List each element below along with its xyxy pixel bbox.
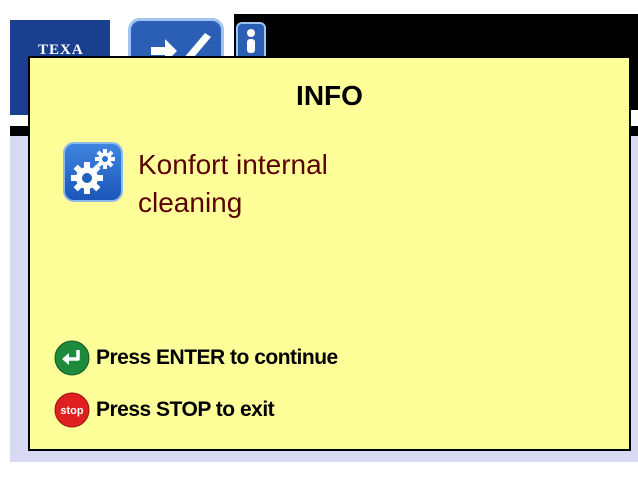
stop-sign-icon[interactable]: stop <box>54 392 90 428</box>
message-line-1: Konfort internal <box>138 149 328 180</box>
message-line-2: cleaning <box>138 187 243 218</box>
dialog-message: Konfort internal cleaning <box>138 146 398 222</box>
enter-hint[interactable]: Press ENTER to continue <box>54 340 338 376</box>
info-dialog: INFO Konfort internal cleaning Press ENT… <box>28 56 631 451</box>
svg-text:stop: stop <box>60 405 84 417</box>
enter-arrow-icon[interactable] <box>54 340 90 376</box>
enter-hint-text: Press ENTER to continue <box>96 346 338 369</box>
stop-hint[interactable]: stop Press STOP to exit <box>54 392 275 428</box>
gears-icon <box>63 142 123 202</box>
dialog-title: INFO <box>296 80 363 111</box>
stop-hint-text: Press STOP to exit <box>96 398 275 421</box>
